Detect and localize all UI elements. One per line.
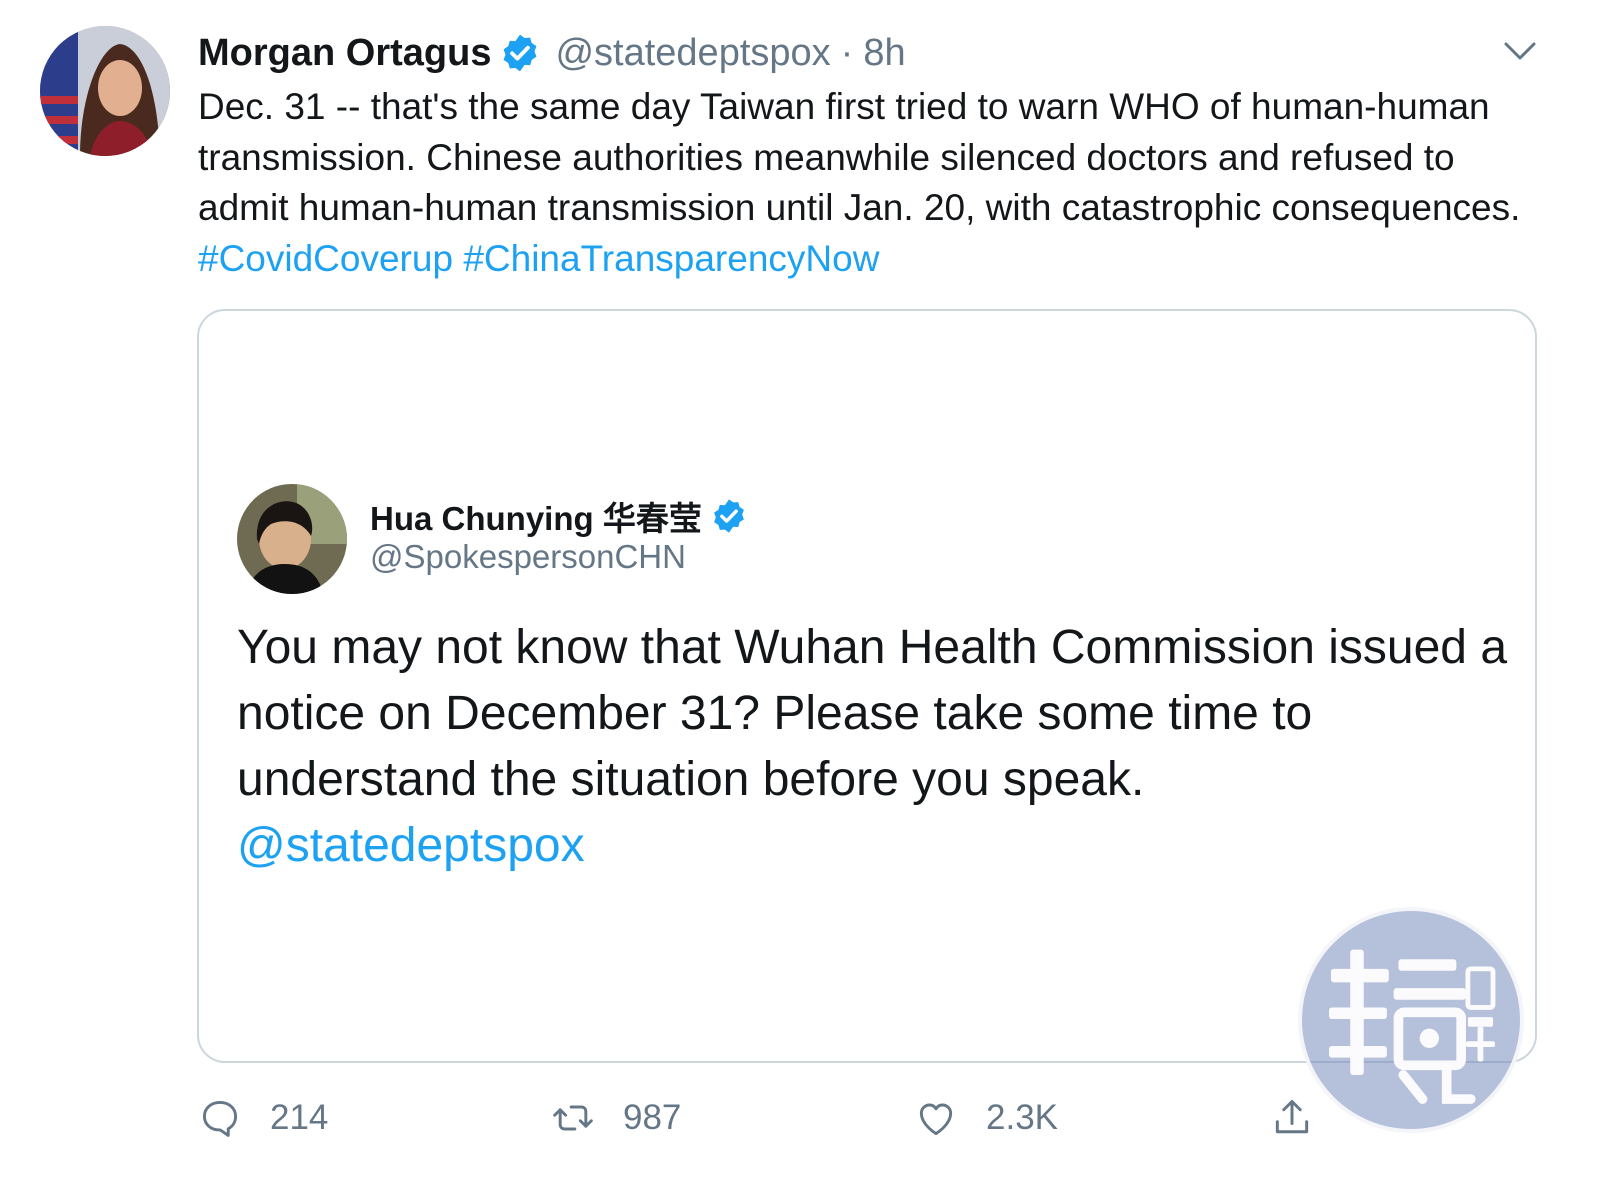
reply-button[interactable]: 214 [198, 1090, 328, 1146]
tweet-timestamp[interactable]: 8h [863, 32, 905, 75]
retweet-count: 987 [623, 1098, 682, 1137]
hashtag-chinatransparencynow[interactable]: #ChinaTransparencyNow [463, 238, 879, 279]
quoted-author-handle[interactable]: @SpokespersonCHN [370, 538, 686, 576]
watermark-logo-glyph [1329, 949, 1496, 1104]
caret-down-icon[interactable] [1500, 36, 1540, 66]
quoted-author-name[interactable]: Hua Chunying 华春莹 [370, 492, 702, 540]
tweet-text: Dec. 31 -- that's the same day Taiwan fi… [198, 82, 1538, 284]
tweet-header: Morgan Ortagus @statedeptspox · 8h [198, 28, 906, 78]
watermark-logo [1298, 907, 1524, 1133]
like-button[interactable]: 2.3K [914, 1090, 1058, 1146]
quoted-author-avatar[interactable] [237, 484, 347, 594]
reply-icon [202, 1100, 238, 1137]
verified-badge-icon [713, 499, 744, 533]
hashtag-covidcoverup[interactable]: #CovidCoverup [198, 238, 453, 279]
retweet-button[interactable]: 987 [551, 1090, 681, 1146]
quoted-tweet-text: You may not know that Wuhan Health Commi… [237, 615, 1527, 879]
quoted-mention[interactable]: @statedeptspox [237, 813, 1527, 879]
author-avatar[interactable] [40, 26, 170, 156]
tweet-body: Dec. 31 -- that's the same day Taiwan fi… [198, 86, 1521, 228]
like-count: 2.3K [986, 1098, 1058, 1137]
author-name[interactable]: Morgan Ortagus [198, 32, 491, 75]
retweet-icon [553, 1105, 593, 1131]
author-avatar-image [40, 26, 170, 156]
quoted-avatar-image [237, 484, 347, 594]
verified-badge-icon [504, 34, 537, 72]
reply-count: 214 [270, 1098, 329, 1137]
quoted-body: You may not know that Wuhan Health Commi… [237, 621, 1508, 806]
header-separator: · [840, 31, 854, 74]
like-icon [919, 1103, 953, 1136]
author-handle[interactable]: @statedeptspox [555, 32, 830, 75]
quoted-header: Hua Chunying 华春莹 [370, 492, 748, 540]
